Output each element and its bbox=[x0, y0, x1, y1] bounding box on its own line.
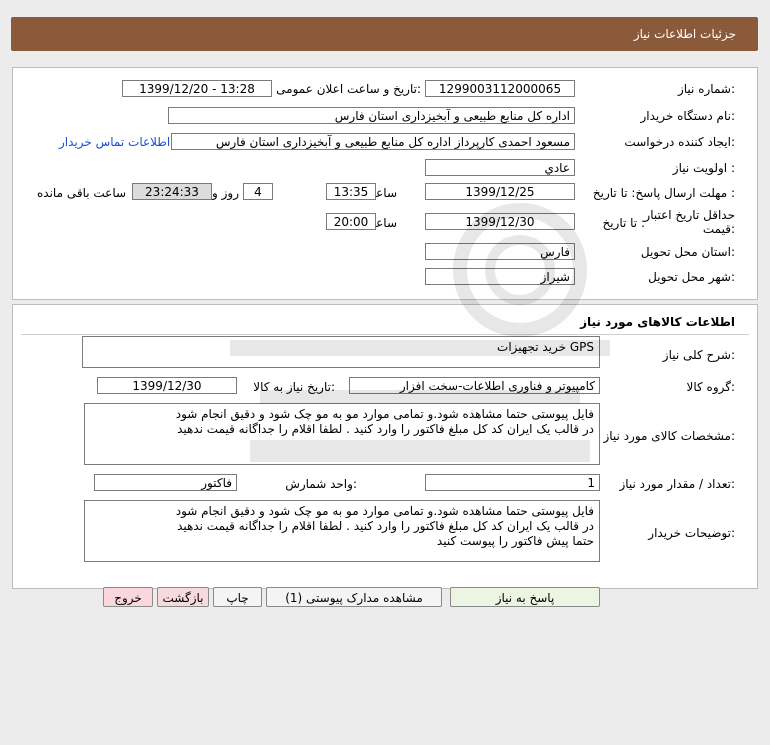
quantity-label: تعداد / مقدار مورد نیاز: bbox=[619, 477, 735, 491]
specs-line: فایل پیوستی حتما مشاهده شود.و تمامی موار… bbox=[175, 407, 594, 421]
buyer-org-label: نام دستگاه خریدار: bbox=[640, 109, 736, 123]
print-button[interactable]: چاپ bbox=[213, 587, 262, 607]
validity-to-date-label: تا تاریخ : bbox=[602, 216, 645, 230]
goods-group-field: کامپیوتر و فناوری اطلاعات-سخت افزار bbox=[349, 377, 600, 394]
need-date-label: تاریخ نیاز به کالا: bbox=[253, 380, 335, 394]
buyer-org-field: اداره کل منابع طبیعی و آبخیزداری استان ف… bbox=[168, 107, 575, 124]
validity-date-field: 1399/12/30 bbox=[425, 213, 575, 230]
specs-label: مشخصات کالای مورد نیاز: bbox=[603, 429, 735, 443]
page-header: جزئیات اطلاعات نیاز bbox=[11, 17, 758, 51]
reply-button[interactable]: پاسخ به نیاز bbox=[450, 587, 600, 607]
page-title: جزئیات اطلاعات نیاز bbox=[633, 27, 736, 41]
exit-button[interactable]: خروج bbox=[103, 587, 153, 607]
requester-field: مسعود احمدی کارپرداز اداره کل منابع طبیع… bbox=[171, 133, 575, 150]
time-remaining-field: 23:24:33 bbox=[132, 183, 212, 200]
view-attachments-button[interactable]: مشاهده مدارک پیوستی (1) bbox=[266, 587, 442, 607]
need-date-field: 1399/12/30 bbox=[97, 377, 237, 394]
buyer-notes-line: حتما پیش فاکتور را پیوست کنید bbox=[436, 534, 594, 548]
need-number-label: شماره نیاز: bbox=[677, 82, 735, 96]
goods-group-label: گروه کالا: bbox=[686, 380, 736, 394]
buyer-contact-link[interactable]: اطلاعات تماس خریدار bbox=[59, 135, 170, 149]
deadline-date-field: 1399/12/25 bbox=[425, 183, 575, 200]
summary-label: شرح کلی نیاز: bbox=[662, 348, 735, 362]
buyer-notes-line: در قالب یک ایران کد کل مبلغ فاکتور را وا… bbox=[177, 519, 594, 533]
time-remaining-label: ساعت باقی مانده bbox=[37, 186, 127, 200]
deadline-time-field: 13:35 bbox=[326, 183, 376, 200]
priority-field: عادي bbox=[425, 159, 575, 176]
goods-section-title: اطلاعات کالاهای مورد نیاز bbox=[580, 315, 735, 329]
province-label: استان محل تحویل: bbox=[640, 245, 735, 259]
buyer-notes-field: فایل پیوستی حتما مشاهده شود.و تمامی موار… bbox=[84, 500, 600, 562]
buyer-notes-label: توضیحات خریدار: bbox=[648, 526, 735, 540]
city-label: شهر محل تحویل: bbox=[648, 270, 735, 284]
price-validity-label-2: قیمت: bbox=[702, 222, 735, 236]
priority-label: اولویت نیاز : bbox=[672, 161, 735, 175]
buyer-notes-line: فایل پیوستی حتما مشاهده شود.و تمامی موار… bbox=[175, 504, 594, 518]
days-remaining-field: 4 bbox=[243, 183, 273, 200]
deadline-label: مهلت ارسال پاسخ: تا تاریخ : bbox=[592, 186, 735, 200]
announce-date-label: تاریخ و ساعت اعلان عمومی: bbox=[276, 82, 421, 96]
price-validity-label: حداقل تاریخ اعتبار bbox=[644, 208, 735, 222]
days-label: روز و bbox=[212, 186, 239, 200]
city-field: شیراز bbox=[425, 268, 575, 285]
province-field: فارس bbox=[425, 243, 575, 260]
unit-field: فاکتور bbox=[94, 474, 237, 491]
need-details-panel: شماره نیاز: 1299003112000065 تاریخ و ساع… bbox=[12, 67, 758, 300]
specs-line: در قالب یک ایران کد کل مبلغ فاکتور را وا… bbox=[177, 422, 594, 436]
back-button[interactable]: بازگشت bbox=[157, 587, 209, 607]
section-divider bbox=[21, 334, 749, 335]
requester-label: ایجاد کننده درخواست: bbox=[624, 135, 735, 149]
summary-field: خرید تجهیزات GPS bbox=[82, 336, 600, 368]
summary-text: خرید تجهیزات GPS bbox=[497, 340, 594, 354]
goods-panel: اطلاعات کالاهای مورد نیاز شرح کلی نیاز: … bbox=[12, 304, 758, 589]
announce-date-field: 1399/12/20 - 13:28 bbox=[122, 80, 272, 97]
validity-time-field: 20:00 bbox=[326, 213, 376, 230]
specs-field: فایل پیوستی حتما مشاهده شود.و تمامی موار… bbox=[84, 403, 600, 465]
need-number-field: 1299003112000065 bbox=[425, 80, 575, 97]
quantity-field: 1 bbox=[425, 474, 600, 491]
unit-label: واحد شمارش: bbox=[285, 477, 357, 491]
